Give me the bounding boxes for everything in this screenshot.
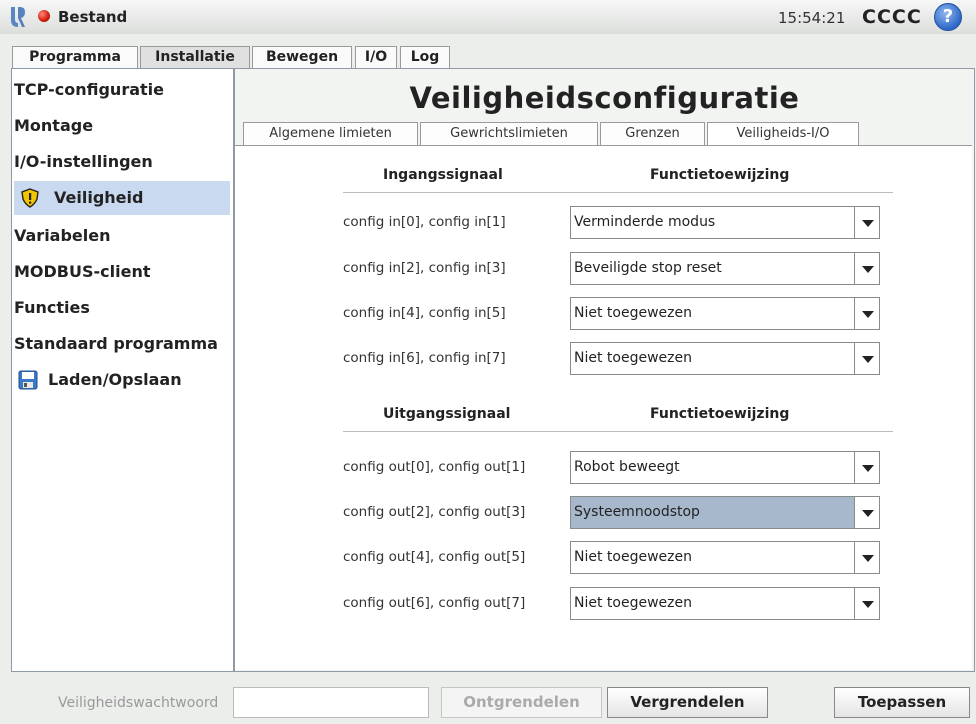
save-disk-icon xyxy=(18,370,38,390)
sidebar-item-veiligheid[interactable]: Veiligheid xyxy=(14,181,230,215)
divider xyxy=(343,192,893,193)
tab-io[interactable]: I/O xyxy=(355,46,397,68)
tab-gewrichtslimieten[interactable]: Gewrichtslimieten xyxy=(420,122,598,145)
robot-status-dot-icon[interactable] xyxy=(38,10,50,22)
input-row-label: config in[0], config in[1] xyxy=(343,214,506,230)
sidebar-item-label: Montage xyxy=(14,116,94,135)
warning-shield-icon xyxy=(21,188,39,208)
help-icon[interactable]: ? xyxy=(934,3,962,31)
page-title: Veiligheidsconfiguratie xyxy=(409,81,800,115)
chevron-down-icon[interactable] xyxy=(854,253,879,284)
output-row-label: config out[4], config out[5] xyxy=(343,549,526,565)
tab-installatie[interactable]: Installatie xyxy=(140,46,250,69)
password-label: Veiligheidswachtwoord xyxy=(58,695,219,711)
ur-logo-icon xyxy=(11,7,25,27)
sidebar-item-tcp-configuratie[interactable]: TCP-configuratie xyxy=(14,73,164,107)
output-function-dropdown[interactable]: Niet toegewezen xyxy=(570,541,880,574)
sidebar-item-label: Veiligheid xyxy=(54,188,144,207)
clock: 15:54:21 xyxy=(778,9,846,27)
chevron-down-icon[interactable] xyxy=(854,497,879,528)
sidebar-item-label: I/O-instellingen xyxy=(14,152,153,171)
safety-config-panel: Veiligheidsconfiguratie Algemene limiete… xyxy=(234,68,975,672)
sidebar-item-label: TCP-configuratie xyxy=(14,80,164,99)
output-function-dropdown[interactable]: Systeemnoodstop xyxy=(570,496,880,529)
chevron-down-icon[interactable] xyxy=(854,207,879,238)
output-function-dropdown[interactable]: Robot beweegt xyxy=(570,451,880,484)
input-row-label: config in[2], config in[3] xyxy=(343,260,506,276)
sidebar-item-label: Functies xyxy=(14,298,90,317)
tab-programma[interactable]: Programma xyxy=(12,46,138,68)
input-function-dropdown[interactable]: Verminderde modus xyxy=(570,206,880,239)
sidebar-item-label: MODBUS-client xyxy=(14,262,151,281)
safety-io-content: Ingangssignaal Functietoewijzing config … xyxy=(235,145,972,670)
tab-veiligheids-io[interactable]: Veiligheids-I/O xyxy=(707,122,859,145)
input-signal-header: Ingangssignaal xyxy=(383,167,503,183)
chevron-down-icon[interactable] xyxy=(854,298,879,329)
apply-button[interactable]: Toepassen xyxy=(834,687,970,718)
chevron-down-icon[interactable] xyxy=(854,343,879,374)
chevron-down-icon[interactable] xyxy=(854,542,879,573)
input-function-dropdown[interactable]: Niet toegewezen xyxy=(570,297,880,330)
output-function-dropdown[interactable]: Niet toegewezen xyxy=(570,587,880,620)
input-row-label: config in[4], config in[5] xyxy=(343,305,506,321)
divider xyxy=(343,431,893,432)
sidebar-item-modbus-client[interactable]: MODBUS-client xyxy=(14,255,151,289)
chevron-down-icon[interactable] xyxy=(854,588,879,619)
installation-sidebar: TCP-configuratie Montage I/O-instellinge… xyxy=(11,68,234,672)
sidebar-item-functies[interactable]: Functies xyxy=(14,291,90,325)
input-row-label: config in[6], config in[7] xyxy=(343,350,506,366)
top-bar: Bestand 15:54:21 CCCC ? xyxy=(0,0,976,34)
sidebar-item-label: Standaard programma xyxy=(14,334,218,353)
sidebar-item-io-instellingen[interactable]: I/O-instellingen xyxy=(14,145,153,179)
tab-bewegen[interactable]: Bewegen xyxy=(252,46,352,68)
password-input[interactable] xyxy=(233,687,429,718)
function-assignment-header: Functietoewijzing xyxy=(650,167,790,183)
output-row-label: config out[2], config out[3] xyxy=(343,504,526,520)
sidebar-item-label: Laden/Opslaan xyxy=(48,370,182,389)
tab-log[interactable]: Log xyxy=(400,46,450,68)
robot-name: CCCC xyxy=(862,6,922,28)
file-menu[interactable]: Bestand xyxy=(58,8,127,26)
output-row-label: config out[6], config out[7] xyxy=(343,595,526,611)
output-signal-header: Uitgangssignaal xyxy=(383,406,511,422)
sidebar-item-standaard-programma[interactable]: Standaard programma xyxy=(14,327,218,361)
unlock-button[interactable]: Ontgrendelen xyxy=(441,687,602,718)
sidebar-item-label: Variabelen xyxy=(14,226,111,245)
output-row-label: config out[0], config out[1] xyxy=(343,459,526,475)
tab-grenzen[interactable]: Grenzen xyxy=(600,122,705,145)
sidebar-item-variabelen[interactable]: Variabelen xyxy=(14,219,111,253)
lock-button[interactable]: Vergrendelen xyxy=(607,687,768,718)
input-function-dropdown[interactable]: Niet toegewezen xyxy=(570,342,880,375)
chevron-down-icon[interactable] xyxy=(854,452,879,483)
input-function-dropdown[interactable]: Beveiligde stop reset xyxy=(570,252,880,285)
function-assignment-header: Functietoewijzing xyxy=(650,406,790,422)
sidebar-item-montage[interactable]: Montage xyxy=(14,109,93,143)
tab-algemene-limieten[interactable]: Algemene limieten xyxy=(243,122,418,145)
